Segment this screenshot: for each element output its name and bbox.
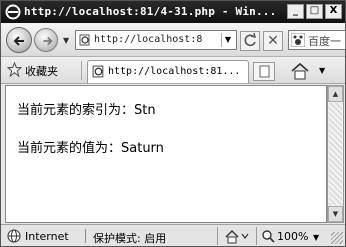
status-divider (85, 229, 86, 243)
stop-button[interactable]: ✕ (263, 31, 283, 51)
address-bar[interactable]: http://localhost:8 ▼ (75, 30, 237, 50)
home-dropdown[interactable]: ▼ (319, 66, 325, 75)
refresh-icon (244, 32, 256, 47)
page-icon (92, 65, 104, 78)
index-output: 当前元素的索引为：Stn (17, 103, 156, 118)
window-title: http://localhost:81/4-31.php - Win... (24, 5, 277, 18)
vertical-scrollbar[interactable]: ▲ ▼ (327, 85, 344, 223)
security-icon[interactable] (223, 228, 251, 244)
value-output: 当前元素的值为：Saturn (17, 141, 164, 156)
star-icon (7, 62, 22, 77)
toolbar-separator (81, 61, 82, 80)
favorites-button[interactable]: 收藏夹 (25, 63, 58, 79)
home-icon (291, 62, 309, 80)
window-controls: _ □ X (287, 4, 342, 19)
page-content: 当前元素的索引为：Stn 当前元素的值为：Saturn (5, 85, 327, 223)
close-button[interactable]: X (325, 4, 342, 19)
baidu-paw-icon (291, 33, 305, 47)
scroll-track[interactable] (329, 103, 342, 205)
globe-icon (7, 229, 21, 243)
navigation-bar: ▼ http://localhost:8 ▼ ✕ 百度一 (1, 23, 346, 57)
scroll-up-button[interactable]: ▲ (328, 86, 343, 102)
status-separator (256, 227, 257, 245)
zoom-level[interactable]: 100% (277, 230, 308, 243)
forward-arrow-icon (43, 36, 53, 46)
search-box[interactable]: 百度一 (288, 30, 346, 50)
new-tab-button[interactable] (253, 62, 275, 81)
forward-button[interactable] (34, 28, 58, 52)
new-tab-icon (259, 65, 270, 78)
favorites-bar: 收藏夹 http://localhost:81... ▼ (1, 57, 345, 84)
page-icon (79, 34, 90, 46)
back-button[interactable] (6, 27, 32, 53)
back-arrow-icon (13, 36, 24, 46)
address-dropdown[interactable]: ▼ (221, 33, 234, 47)
magnifier-icon (262, 230, 275, 243)
search-input[interactable]: 百度一 (308, 33, 341, 49)
resize-grip[interactable] (331, 232, 343, 244)
security-zone: Internet (25, 230, 69, 243)
minimize-button[interactable]: _ (287, 4, 304, 19)
zoom-dropdown[interactable]: ▼ (313, 233, 319, 242)
address-input[interactable]: http://localhost:8 (94, 34, 218, 45)
status-bar: Internet 保护模式: 启用 100% ▼ (1, 224, 345, 246)
tab-current[interactable]: http://localhost:81... (87, 60, 249, 83)
home-button[interactable] (287, 61, 317, 81)
maximize-button[interactable]: □ (306, 4, 323, 19)
scroll-down-button[interactable]: ▼ (328, 206, 343, 222)
refresh-button[interactable] (240, 31, 260, 51)
title-bar: http://localhost:81/4-31.php - Win... _ … (1, 1, 345, 23)
ie-icon (5, 4, 21, 20)
stop-icon: ✕ (267, 33, 279, 49)
tab-title: http://localhost:81... (108, 66, 241, 77)
history-dropdown[interactable]: ▼ (63, 36, 69, 45)
browser-window: http://localhost:81/4-31.php - Win... _ … (0, 0, 346, 247)
protected-mode-status[interactable]: 保护模式: 启用 (93, 230, 166, 246)
status-separator (217, 227, 218, 245)
